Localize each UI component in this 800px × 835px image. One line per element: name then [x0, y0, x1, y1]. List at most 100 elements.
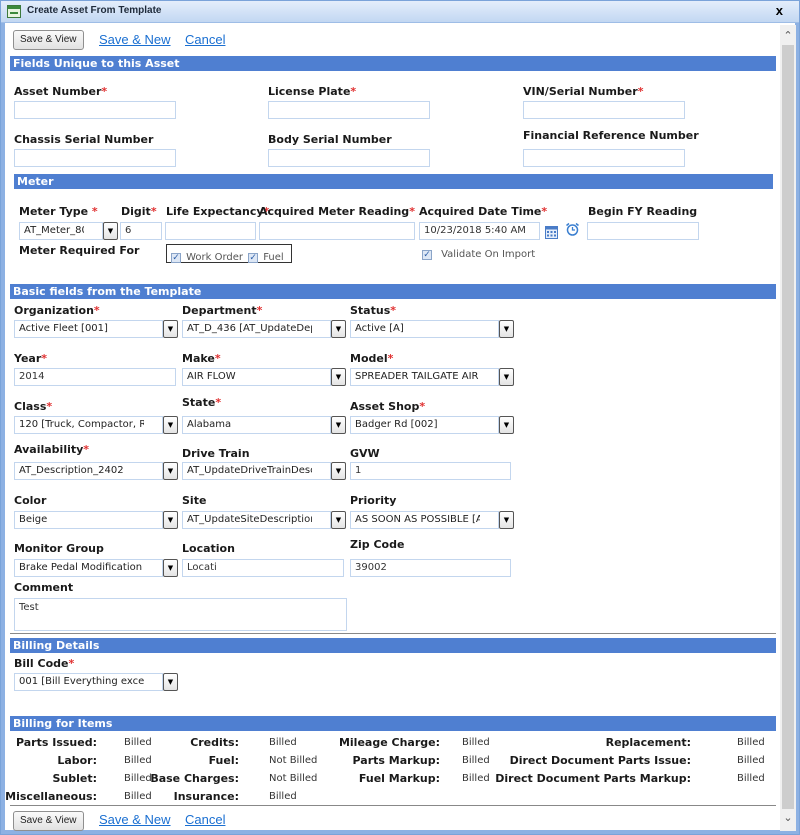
- window-border-bottom: [1, 830, 799, 834]
- site-label: Site: [182, 494, 207, 507]
- license-plate-input[interactable]: [268, 101, 430, 119]
- digit-input[interactable]: 6: [120, 222, 162, 240]
- site-dropdown-icon[interactable]: ▼: [331, 511, 346, 529]
- class-select[interactable]: 120 [Truck, Compactor, Rear Loa: [14, 416, 163, 434]
- financial-reference-input[interactable]: [523, 149, 685, 167]
- class-dropdown-icon[interactable]: ▼: [163, 416, 178, 434]
- bill-code-select[interactable]: 001 [Bill Everything except fuel ar: [14, 673, 163, 691]
- footer-divider: [10, 805, 776, 806]
- billing-item-value: Billed: [269, 791, 297, 802]
- save-view-button[interactable]: Save & View: [13, 30, 84, 50]
- state-select[interactable]: Alabama: [182, 416, 331, 434]
- bill-code-dropdown-icon[interactable]: ▼: [163, 673, 178, 691]
- window-border-left: [1, 23, 5, 834]
- validate-on-import-checkbox[interactable]: ✓: [422, 249, 432, 260]
- billing-item-value: Billed: [737, 773, 765, 784]
- window-form-icon: [7, 5, 21, 18]
- gvw-input[interactable]: 1: [350, 462, 511, 480]
- billing-item-label: Mileage Charge:: [338, 736, 440, 749]
- alarm-clock-icon[interactable]: [565, 222, 580, 241]
- location-input[interactable]: Locati: [182, 559, 344, 577]
- state-dropdown-icon[interactable]: ▼: [331, 416, 346, 434]
- digit-label: Digit*: [121, 205, 157, 218]
- begin-fy-reading-input[interactable]: [587, 222, 699, 240]
- billing-item-label: Direct Document Parts Issue:: [509, 754, 691, 767]
- acquired-meter-reading-input[interactable]: [259, 222, 415, 240]
- save-new-link-bottom[interactable]: Save & New: [99, 812, 171, 827]
- asset-number-input[interactable]: [14, 101, 176, 119]
- scroll-down-icon[interactable]: ⌄: [780, 811, 796, 827]
- section-header-basic-fields: Basic fields from the Template: [10, 284, 776, 299]
- acquired-meter-reading-label: Acquired Meter Reading*: [259, 205, 415, 218]
- asset-shop-label: Asset Shop*: [350, 400, 426, 413]
- chassis-serial-input[interactable]: [14, 149, 176, 167]
- work-order-checkbox[interactable]: ✓: [171, 252, 181, 263]
- status-dropdown-icon[interactable]: ▼: [499, 320, 514, 338]
- color-label: Color: [14, 494, 47, 507]
- asset-shop-dropdown-icon[interactable]: ▼: [499, 416, 514, 434]
- billing-item-value: Billed: [269, 737, 297, 748]
- save-new-link[interactable]: Save & New: [99, 32, 171, 47]
- chassis-serial-label: Chassis Serial Number: [14, 133, 154, 146]
- make-dropdown-icon[interactable]: ▼: [331, 368, 346, 386]
- comment-textarea[interactable]: Test: [14, 598, 347, 631]
- drive-train-dropdown-icon[interactable]: ▼: [331, 462, 346, 480]
- asset-shop-select[interactable]: Badger Rd [002]: [350, 416, 499, 434]
- site-select[interactable]: AT_UpdateSiteDescription_3634: [182, 511, 331, 529]
- color-dropdown-icon[interactable]: ▼: [163, 511, 178, 529]
- life-expectancy-input[interactable]: [165, 222, 256, 240]
- color-select[interactable]: Beige: [14, 511, 163, 529]
- vertical-scrollbar[interactable]: ⌃ ⌄: [780, 25, 796, 831]
- billing-item-label: Miscellaneous:: [5, 790, 97, 803]
- zip-code-input[interactable]: 39002: [350, 559, 511, 577]
- make-select[interactable]: AIR FLOW: [182, 368, 331, 386]
- drive-train-select[interactable]: AT_UpdateDriveTrainDescription_: [182, 462, 331, 480]
- calendar-icon[interactable]: [545, 224, 558, 243]
- close-button[interactable]: x: [776, 3, 783, 18]
- scroll-thumb[interactable]: [782, 45, 794, 809]
- work-order-checkbox-label: Work Order: [186, 252, 244, 263]
- fuel-checkbox[interactable]: ✓: [248, 252, 259, 263]
- body-serial-input[interactable]: [268, 149, 430, 167]
- bill-code-label: Bill Code*: [14, 657, 75, 670]
- make-label: Make*: [182, 352, 221, 365]
- priority-select[interactable]: AS SOON AS POSSIBLE [ASAP]: [350, 511, 499, 529]
- zip-code-label: Zip Code: [350, 538, 405, 551]
- availability-select[interactable]: AT_Description_2402: [14, 462, 163, 480]
- year-label: Year*: [14, 352, 48, 365]
- billing-item-label: Credits:: [190, 736, 239, 749]
- organization-select[interactable]: Active Fleet [001]: [14, 320, 163, 338]
- comment-label: Comment: [14, 581, 74, 594]
- monitor-group-dropdown-icon[interactable]: ▼: [163, 559, 178, 577]
- billing-item-value: Not Billed: [269, 773, 318, 784]
- model-select[interactable]: SPREADER TAILGATE AIR FLOW: [350, 368, 499, 386]
- cancel-link[interactable]: Cancel: [185, 32, 225, 47]
- department-select[interactable]: AT_D_436 [AT_UpdateDepartmer: [182, 320, 331, 338]
- priority-label: Priority: [350, 494, 397, 507]
- title-bar[interactable]: Create Asset From Template x: [1, 1, 799, 23]
- monitor-group-select[interactable]: Brake Pedal Modification [04]: [14, 559, 163, 577]
- scroll-up-icon[interactable]: ⌃: [780, 29, 796, 45]
- billing-item-value: Billed: [462, 755, 490, 766]
- section-header-billing-details: Billing Details: [10, 638, 776, 653]
- billing-item-value: Billed: [124, 737, 152, 748]
- year-input[interactable]: 2014: [14, 368, 176, 386]
- cancel-link-bottom[interactable]: Cancel: [185, 812, 225, 827]
- save-view-button-bottom[interactable]: Save & View: [13, 811, 84, 831]
- begin-fy-reading-label: Begin FY Reading: [588, 205, 698, 218]
- billing-item-value: Billed: [462, 773, 490, 784]
- organization-dropdown-icon[interactable]: ▼: [163, 320, 178, 338]
- vin-serial-input[interactable]: [523, 101, 685, 119]
- availability-dropdown-icon[interactable]: ▼: [163, 462, 178, 480]
- status-select[interactable]: Active [A]: [350, 320, 499, 338]
- location-label: Location: [182, 542, 235, 555]
- billing-item-label: Insurance:: [173, 790, 239, 803]
- meter-type-select[interactable]: AT_Meter_8031: [19, 222, 103, 240]
- asset-number-label: Asset Number*: [14, 85, 108, 98]
- state-label: State*: [182, 396, 222, 409]
- model-dropdown-icon[interactable]: ▼: [499, 368, 514, 386]
- department-dropdown-icon[interactable]: ▼: [331, 320, 346, 338]
- meter-type-dropdown-icon[interactable]: ▼: [103, 222, 118, 240]
- acquired-date-time-input[interactable]: 10/23/2018 5:40 AM: [419, 222, 540, 240]
- priority-dropdown-icon[interactable]: ▼: [499, 511, 514, 529]
